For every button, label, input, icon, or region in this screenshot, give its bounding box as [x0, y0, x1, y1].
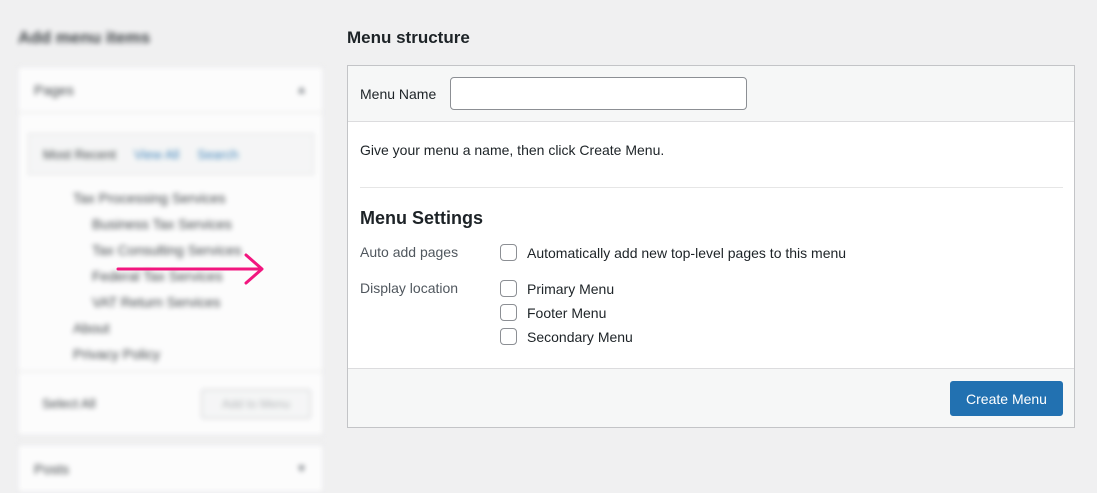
location-footer-option[interactable]: Footer Menu [500, 304, 606, 321]
display-location-label: Display location [360, 280, 459, 296]
secondary-menu-text: Secondary Menu [527, 328, 633, 345]
select-all-checkbox[interactable]: Select All [42, 396, 95, 411]
menu-settings-heading: Menu Settings [360, 208, 484, 228]
auto-add-pages-text: Automatically add new top-level pages to… [527, 244, 847, 261]
list-item[interactable]: Privacy Policy [18, 341, 323, 367]
menu-structure-panel: Menu Name Give your menu a name, then cl… [347, 65, 1075, 428]
menu-instructions: Give your menu a name, then click Create… [360, 142, 665, 158]
pages-accordion: Pages ▲ Most Recent View All Search Tax … [17, 66, 324, 436]
add-menu-items-column: Add menu items Pages ▲ Most Recent View … [0, 0, 335, 493]
posts-accordion[interactable]: Posts ▼ [17, 444, 324, 493]
list-item[interactable]: VAT Return Services [18, 289, 323, 315]
location-primary-option[interactable]: Primary Menu [500, 280, 614, 297]
primary-menu-checkbox[interactable] [500, 280, 517, 297]
list-item[interactable]: Tax Processing Services [18, 185, 323, 211]
add-menu-items-heading: Add menu items [18, 28, 151, 47]
divider [360, 187, 1063, 188]
menu-name-input[interactable] [450, 77, 748, 110]
posts-accordion-title: Posts [34, 460, 70, 477]
pages-accordion-title: Pages [34, 81, 74, 98]
pages-accordion-header[interactable]: Pages ▲ [18, 67, 323, 113]
menu-name-label: Menu Name [360, 85, 437, 102]
right-arrow-icon [116, 253, 264, 285]
auto-add-pages-label: Auto add pages [360, 244, 459, 260]
create-menu-button[interactable]: Create Menu [950, 381, 1063, 416]
menu-panel-footer: Create Menu [348, 368, 1074, 427]
menu-name-bar: Menu Name [348, 66, 1074, 122]
tab-most-recent[interactable]: Most Recent [43, 147, 116, 162]
pages-tabs: Most Recent View All Search [28, 133, 314, 175]
auto-add-pages-checkbox[interactable] [500, 244, 517, 261]
add-to-menu-button[interactable]: Add to Menu [201, 388, 311, 419]
menu-structure-heading: Menu structure [347, 28, 470, 47]
pages-accordion-footer: Select All Add to Menu [18, 371, 323, 435]
footer-menu-checkbox[interactable] [500, 304, 517, 321]
list-item[interactable]: Business Tax Services [18, 211, 323, 237]
footer-menu-text: Footer Menu [527, 304, 607, 321]
chevron-up-icon[interactable]: ▲ [296, 84, 307, 96]
primary-menu-text: Primary Menu [527, 280, 615, 297]
list-item[interactable]: About [18, 315, 323, 341]
chevron-down-icon[interactable]: ▼ [296, 463, 307, 475]
location-secondary-option[interactable]: Secondary Menu [500, 328, 633, 345]
tab-search[interactable]: Search [197, 147, 238, 162]
secondary-menu-checkbox[interactable] [500, 328, 517, 345]
auto-add-pages-option[interactable]: Automatically add new top-level pages to… [500, 244, 846, 261]
tab-view-all[interactable]: View All [134, 147, 179, 162]
